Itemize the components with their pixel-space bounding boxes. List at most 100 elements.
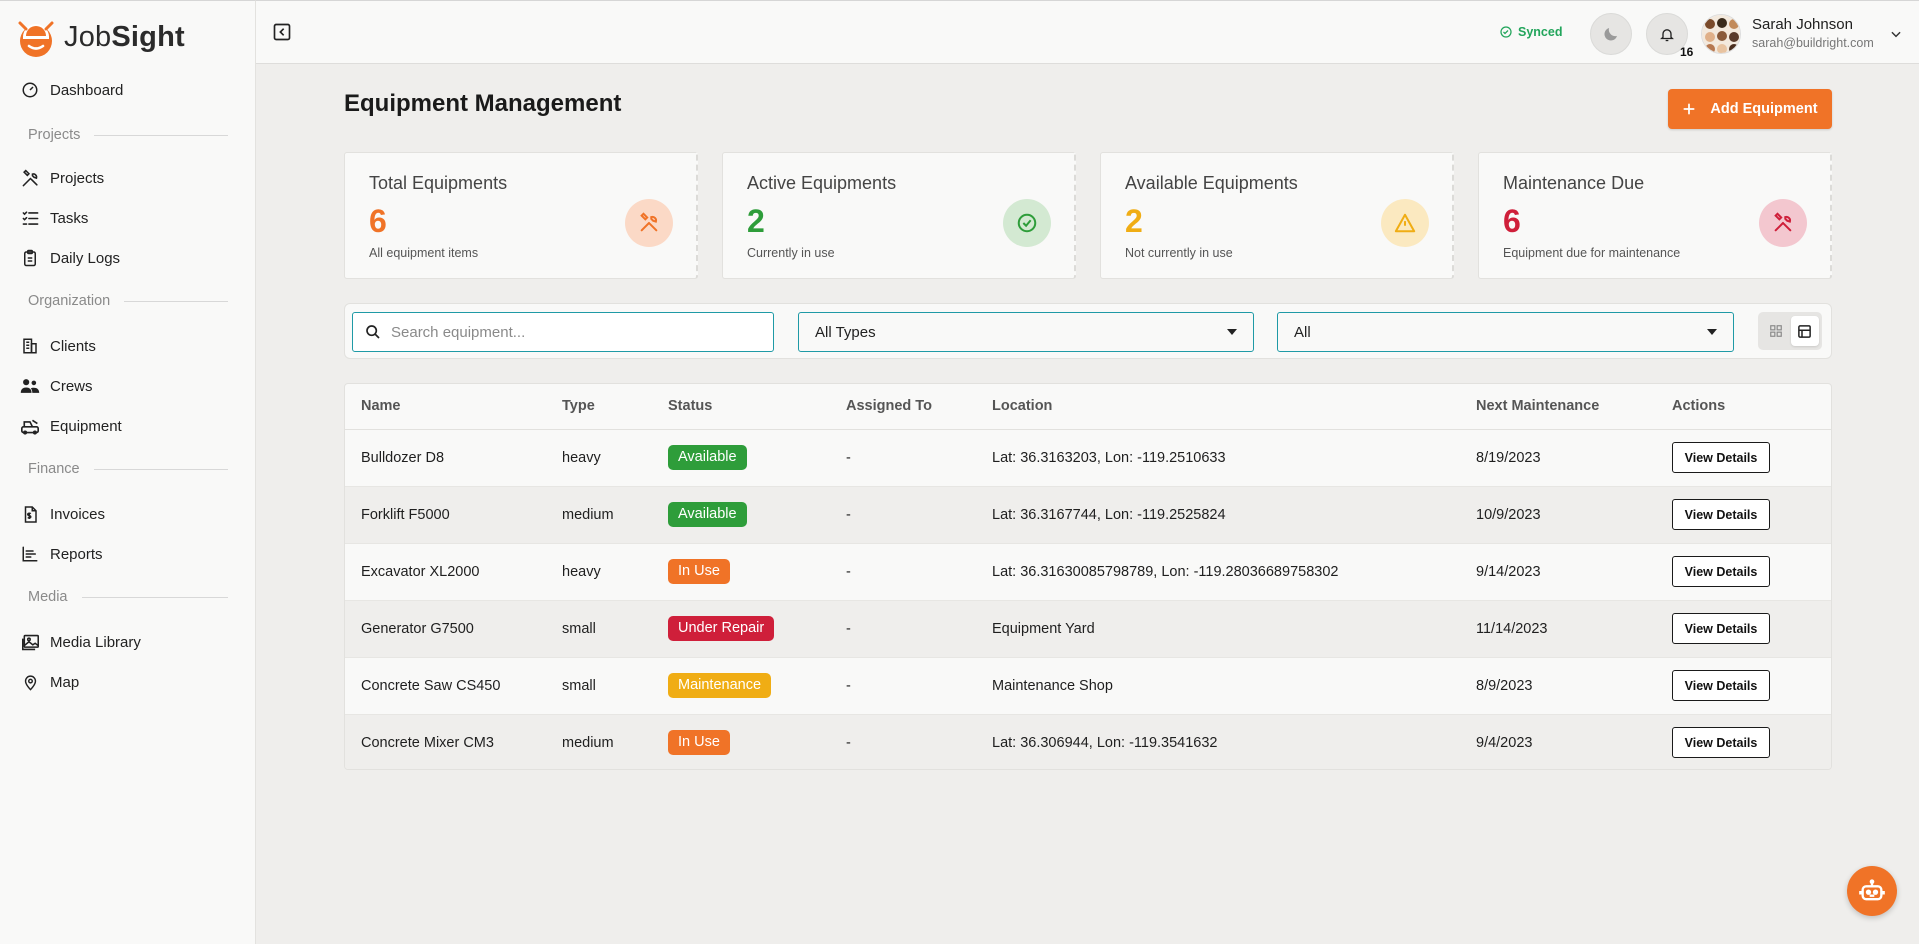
cell-name: Concrete Saw CS450 bbox=[345, 657, 562, 715]
status-badge: In Use bbox=[668, 559, 730, 584]
cell-name: Generator G7500 bbox=[345, 600, 562, 658]
cell-type: heavy bbox=[562, 543, 668, 601]
column-header-location[interactable]: Location bbox=[992, 384, 1476, 430]
user-email: sarah@buildright.com bbox=[1752, 36, 1874, 50]
logo-text: JobSight bbox=[64, 20, 185, 53]
collapse-sidebar-button[interactable] bbox=[272, 22, 292, 42]
cell-next-maintenance: 8/9/2023 bbox=[1476, 657, 1672, 715]
stat-title: Available Equipments bbox=[1125, 173, 1298, 193]
cell-actions: View Details bbox=[1672, 543, 1831, 601]
cell-location: Equipment Yard bbox=[992, 600, 1476, 658]
cell-status: Maintenance bbox=[668, 657, 846, 715]
type-filter-select[interactable]: All Types bbox=[798, 312, 1254, 352]
status-badge: Available bbox=[668, 445, 747, 470]
status-badge: Under Repair bbox=[668, 616, 775, 641]
sidebar-item-daily-logs[interactable]: Daily Logs bbox=[20, 243, 120, 273]
building-icon bbox=[20, 336, 40, 356]
cell-actions: View Details bbox=[1672, 486, 1831, 544]
nav-section-finance: Finance bbox=[28, 459, 228, 479]
moon-icon bbox=[1604, 28, 1617, 41]
avatar[interactable] bbox=[1701, 14, 1741, 54]
view-details-button[interactable]: View Details bbox=[1672, 613, 1770, 644]
stat-subtitle: All equipment items bbox=[369, 246, 479, 260]
view-details-button[interactable]: View Details bbox=[1672, 670, 1770, 701]
cell-assigned: - bbox=[846, 600, 992, 658]
sidebar-item-reports[interactable]: Reports bbox=[20, 539, 103, 569]
add-equipment-label: Add Equipment bbox=[1710, 101, 1818, 117]
cell-assigned: - bbox=[846, 543, 992, 601]
column-header-status[interactable]: Status bbox=[668, 384, 846, 430]
collapse-left-icon bbox=[273, 23, 291, 41]
filter-bar: All Types All bbox=[344, 303, 1832, 359]
table-view-button[interactable] bbox=[1790, 316, 1819, 346]
tools-icon bbox=[1759, 199, 1807, 247]
stat-card-available: Available Equipments 2 Not currently in … bbox=[1100, 152, 1454, 279]
sidebar-item-tasks[interactable]: Tasks bbox=[20, 203, 88, 233]
type-filter-value: All Types bbox=[815, 323, 876, 341]
stat-subtitle: Equipment due for maintenance bbox=[1503, 246, 1681, 260]
theme-toggle-button[interactable] bbox=[1590, 13, 1632, 55]
user-menu-chevron[interactable] bbox=[1889, 27, 1903, 41]
column-header-name[interactable]: Name bbox=[345, 384, 562, 430]
grid-view-button[interactable] bbox=[1762, 316, 1790, 346]
assistant-bot-button[interactable] bbox=[1847, 866, 1897, 916]
stat-value: 6 bbox=[369, 203, 387, 239]
cell-assigned: - bbox=[846, 714, 992, 769]
robot-icon bbox=[1859, 879, 1885, 901]
sidebar-item-media-library[interactable]: Media Library bbox=[20, 627, 141, 657]
cell-next-maintenance: 9/14/2023 bbox=[1476, 543, 1672, 601]
sidebar-item-label: Crews bbox=[50, 377, 93, 395]
sidebar-item-projects[interactable]: Projects bbox=[20, 163, 104, 193]
cell-assigned: - bbox=[846, 429, 992, 487]
search-icon bbox=[366, 325, 380, 339]
add-equipment-button[interactable]: Add Equipment bbox=[1668, 89, 1832, 129]
table-row: Generator G7500 small Under Repair - Equ… bbox=[345, 600, 1831, 658]
stat-value: 2 bbox=[1125, 203, 1143, 239]
cell-location: Lat: 36.306944, Lon: -119.3541632 bbox=[992, 714, 1476, 769]
user-info[interactable]: Sarah Johnson sarah@buildright.com bbox=[1752, 16, 1874, 50]
map-pin-icon bbox=[20, 672, 40, 692]
column-header-next-maintenance[interactable]: Next Maintenance bbox=[1476, 384, 1672, 430]
cell-next-maintenance: 9/4/2023 bbox=[1476, 714, 1672, 769]
nav-section-projects: Projects bbox=[28, 125, 228, 145]
cell-status: Available bbox=[668, 486, 846, 544]
notification-count: 16 bbox=[1680, 45, 1694, 59]
view-details-button[interactable]: View Details bbox=[1672, 499, 1770, 530]
search-field[interactable] bbox=[352, 312, 774, 352]
sidebar-item-crews[interactable]: Crews bbox=[20, 371, 93, 401]
avatar-image bbox=[1702, 15, 1740, 53]
column-header-type[interactable]: Type bbox=[562, 384, 668, 430]
cell-location: Maintenance Shop bbox=[992, 657, 1476, 715]
column-header-assigned[interactable]: Assigned To bbox=[846, 384, 992, 430]
search-input[interactable] bbox=[391, 323, 771, 341]
stat-subtitle: Currently in use bbox=[747, 246, 835, 260]
sidebar-item-label: Equipment bbox=[50, 417, 122, 435]
cell-status: In Use bbox=[668, 543, 846, 601]
sidebar-item-label: Map bbox=[50, 673, 80, 691]
stat-subtitle: Not currently in use bbox=[1125, 246, 1233, 260]
clipboard-icon bbox=[20, 248, 40, 268]
image-icon bbox=[20, 632, 40, 652]
table-row: Concrete Mixer CM3 medium In Use - Lat: … bbox=[345, 714, 1831, 769]
stat-title: Active Equipments bbox=[747, 173, 897, 193]
users-icon bbox=[20, 376, 40, 396]
cell-next-maintenance: 11/14/2023 bbox=[1476, 600, 1672, 658]
status-filter-select[interactable]: All bbox=[1277, 312, 1734, 352]
sidebar-item-dashboard[interactable]: Dashboard bbox=[20, 75, 123, 105]
chart-icon bbox=[20, 544, 40, 564]
status-badge: Available bbox=[668, 502, 747, 527]
sidebar-item-equipment[interactable]: Equipment bbox=[20, 411, 122, 441]
view-details-button[interactable]: View Details bbox=[1672, 442, 1770, 473]
sidebar-item-map[interactable]: Map bbox=[20, 667, 79, 697]
view-details-button[interactable]: View Details bbox=[1672, 556, 1770, 587]
nav-section-organization: Organization bbox=[28, 291, 228, 311]
cell-type: small bbox=[562, 600, 668, 658]
app-logo[interactable]: JobSight bbox=[14, 15, 185, 59]
sidebar-item-label: Dashboard bbox=[50, 81, 124, 99]
sidebar-item-clients[interactable]: Clients bbox=[20, 331, 96, 361]
view-details-button[interactable]: View Details bbox=[1672, 727, 1770, 759]
cell-name: Bulldozer D8 bbox=[345, 429, 562, 487]
stat-value: 6 bbox=[1503, 203, 1521, 239]
table-row: Concrete Saw CS450 small Maintenance - M… bbox=[345, 657, 1831, 715]
sidebar-item-invoices[interactable]: Invoices bbox=[20, 499, 105, 529]
